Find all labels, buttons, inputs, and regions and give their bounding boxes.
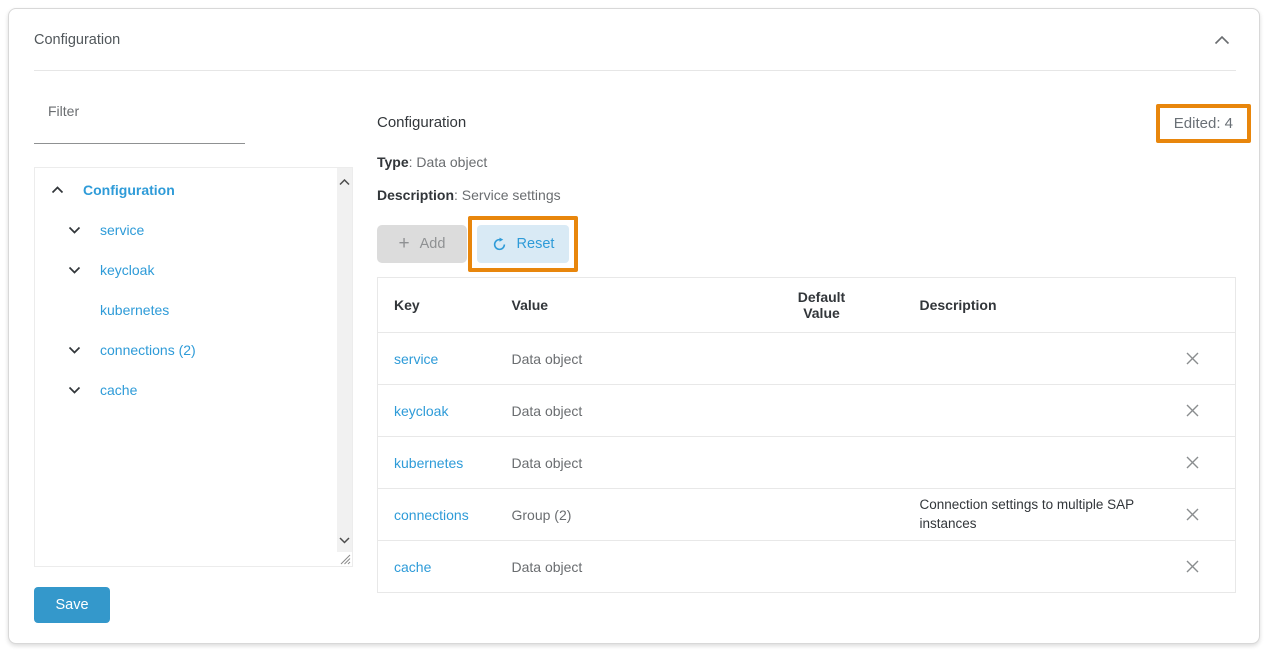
key-link[interactable]: connections (394, 507, 469, 523)
reset-button-label: Reset (517, 236, 555, 252)
type-label: Type (377, 154, 409, 170)
filter-input[interactable] (34, 143, 245, 144)
type-line: Type: Data object (377, 154, 1236, 170)
description-cell (904, 541, 1166, 593)
close-icon[interactable] (1182, 504, 1203, 525)
config-tree-panel: Configuration service keycloak (34, 167, 353, 567)
col-header-default-value: Default Value (776, 278, 904, 333)
add-button-label: Add (420, 236, 446, 252)
table-header-row: Key Value Default Value Description (378, 278, 1236, 333)
chevron-down-icon[interactable] (67, 346, 81, 354)
close-icon[interactable] (1182, 452, 1203, 473)
table-row: connections Group (2) Connection setting… (378, 489, 1236, 541)
tree-item-connections[interactable]: connections (2) (35, 330, 352, 370)
key-link[interactable]: cache (394, 559, 431, 575)
filter-label: Filter (34, 103, 353, 119)
tree-item-label: connections (2) (100, 342, 196, 358)
tree-item-cache[interactable]: cache (35, 370, 352, 410)
description-cell (904, 437, 1166, 489)
table-row: kubernetes Data object (378, 437, 1236, 489)
configuration-card: Configuration Filter Configuration (8, 8, 1260, 644)
type-value: : Data object (409, 154, 488, 170)
key-cell: cache (378, 541, 496, 593)
tree-item-label: kubernetes (100, 302, 169, 318)
details-title: Configuration (377, 114, 1236, 131)
key-link[interactable]: kubernetes (394, 455, 463, 471)
default-value-cell (776, 437, 904, 489)
default-value-cell (776, 385, 904, 437)
description-cell (904, 333, 1166, 385)
card-header: Configuration (9, 9, 1259, 48)
chevron-down-icon[interactable] (67, 386, 81, 394)
config-table: Key Value Default Value Description serv… (377, 277, 1236, 593)
value-cell: Data object (496, 385, 776, 437)
tree-item-label: keycloak (100, 262, 154, 278)
key-cell: service (378, 333, 496, 385)
scroll-down-icon[interactable] (339, 531, 350, 547)
default-value-cell (776, 333, 904, 385)
tree-item-kubernetes[interactable]: kubernetes (35, 290, 352, 330)
left-column: Filter Configuration service (34, 71, 353, 623)
table-row: cache Data object (378, 541, 1236, 593)
chevron-down-icon[interactable] (67, 226, 81, 234)
tree-item-label: Configuration (83, 182, 175, 198)
reset-highlight-annotation: Reset (468, 216, 578, 272)
table-row: keycloak Data object (378, 385, 1236, 437)
key-cell: connections (378, 489, 496, 541)
key-link[interactable]: service (394, 351, 438, 367)
key-link[interactable]: keycloak (394, 403, 448, 419)
table-row: service Data object (378, 333, 1236, 385)
close-icon[interactable] (1182, 348, 1203, 369)
save-button[interactable]: Save (34, 587, 110, 623)
value-cell: Group (2) (496, 489, 776, 541)
description-cell (904, 385, 1166, 437)
col-header-actions (1166, 278, 1236, 333)
description-value: : Service settings (454, 187, 561, 203)
edited-badge: Edited: 4 (1156, 104, 1251, 143)
col-header-description: Description (904, 278, 1166, 333)
description-line: Description: Service settings (377, 187, 1236, 203)
description-cell: Connection settings to multiple SAP inst… (904, 489, 1166, 541)
panel-title: Configuration (34, 32, 120, 48)
col-header-key: Key (378, 278, 496, 333)
reset-button[interactable]: Reset (477, 225, 569, 263)
key-cell: keycloak (378, 385, 496, 437)
scroll-up-icon[interactable] (339, 173, 350, 189)
col-header-value: Value (496, 278, 776, 333)
value-cell: Data object (496, 437, 776, 489)
description-label: Description (377, 187, 454, 203)
edited-badge-text: Edited: 4 (1174, 115, 1233, 132)
default-value-cell (776, 541, 904, 593)
tree-item-keycloak[interactable]: keycloak (35, 250, 352, 290)
tree-item-service[interactable]: service (35, 210, 352, 250)
details-panel: Configuration Type: Data object Descript… (377, 71, 1236, 623)
resize-handle-icon[interactable] (338, 552, 351, 565)
refresh-icon (492, 237, 507, 252)
tree-item-label: cache (100, 382, 137, 398)
value-cell: Data object (496, 333, 776, 385)
add-button[interactable]: + Add (377, 225, 467, 263)
value-cell: Data object (496, 541, 776, 593)
close-icon[interactable] (1182, 400, 1203, 421)
config-tree: Configuration service keycloak (35, 168, 352, 410)
key-cell: kubernetes (378, 437, 496, 489)
toolbar: + Add Reset (377, 216, 1236, 272)
tree-item-label: service (100, 222, 144, 238)
tree-item-configuration[interactable]: Configuration (35, 170, 352, 210)
tree-scrollbar[interactable] (337, 168, 352, 552)
close-icon[interactable] (1182, 556, 1203, 577)
chevron-up-icon[interactable] (50, 186, 64, 194)
plus-icon: + (399, 234, 410, 253)
chevron-down-icon[interactable] (67, 266, 81, 274)
collapse-chevron-icon[interactable] (1212, 34, 1232, 47)
default-value-cell (776, 489, 904, 541)
